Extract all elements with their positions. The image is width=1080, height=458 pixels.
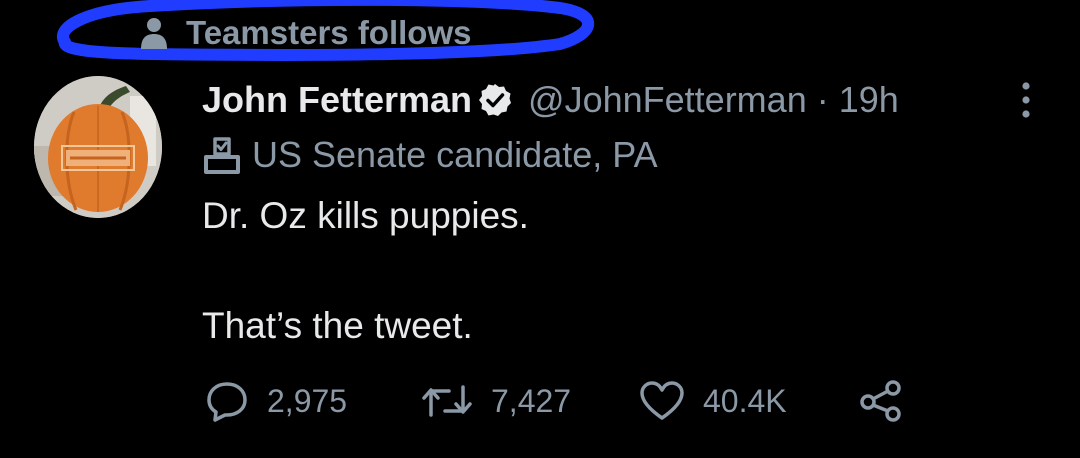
social-context-text: Teamsters follows bbox=[186, 14, 472, 51]
tweet-header: John Fetterman @JohnFetterman · 19h bbox=[202, 78, 899, 122]
display-name[interactable]: John Fetterman bbox=[202, 79, 472, 121]
share-icon bbox=[860, 380, 901, 422]
social-context[interactable]: Teamsters follows bbox=[140, 12, 471, 54]
person-icon bbox=[141, 18, 167, 49]
retweet-count: 7,427 bbox=[491, 382, 572, 419]
like-button[interactable]: 40.4K bbox=[639, 380, 859, 422]
retweet-icon bbox=[422, 385, 472, 417]
account-label-text: US Senate candidate, PA bbox=[252, 134, 658, 175]
reply-count: 2,975 bbox=[267, 382, 348, 419]
separator-dot: · bbox=[816, 79, 829, 120]
retweet-button[interactable]: 7,427 bbox=[421, 381, 639, 421]
tweet-text-line: That’s the tweet. bbox=[202, 305, 473, 346]
account-label: US Senate candidate, PA bbox=[202, 133, 658, 177]
reply-icon bbox=[207, 382, 247, 422]
timestamp[interactable]: 19h bbox=[839, 79, 899, 121]
reply-button[interactable]: 2,975 bbox=[205, 380, 421, 422]
handle[interactable]: @JohnFetterman bbox=[528, 79, 807, 121]
like-count: 40.4K bbox=[703, 382, 787, 419]
verified-badge-icon bbox=[479, 84, 512, 116]
tweet-actions: 2,975 7,427 40.4K bbox=[205, 376, 909, 426]
heart-icon bbox=[640, 381, 684, 420]
more-options-icon[interactable] bbox=[1014, 80, 1038, 120]
share-button[interactable] bbox=[859, 380, 909, 422]
tweet-text-line: Dr. Oz kills puppies. bbox=[202, 195, 529, 236]
ballot-box-icon bbox=[204, 137, 240, 174]
pumpkin-avatar bbox=[34, 76, 162, 218]
avatar[interactable] bbox=[34, 76, 162, 218]
